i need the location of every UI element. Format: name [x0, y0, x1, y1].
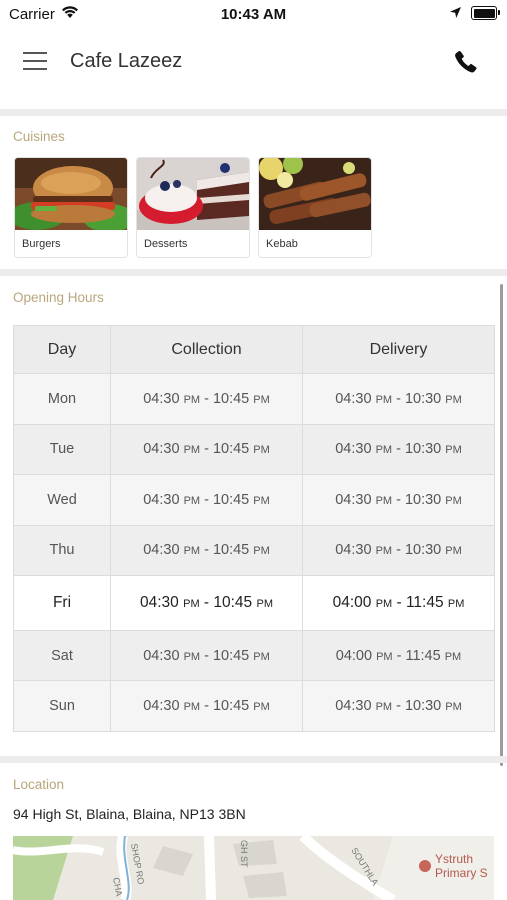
collection-hours-cell: 04:30 PM - 10:45 PM [110, 575, 303, 631]
delivery-hours-cell: 04:30 PM - 10:30 PM [302, 423, 495, 476]
location-map[interactable]: SHOP RO CHA GH ST SOUTHLA Ystruth Primar… [13, 836, 494, 900]
cuisines-heading: Cuisines [13, 129, 65, 144]
desserts-image [137, 158, 249, 230]
burger-image [15, 158, 127, 232]
battery-icon [471, 6, 500, 20]
section-divider [0, 269, 507, 276]
delivery-hours-cell: 04:00 PM - 11:45 PM [302, 575, 495, 631]
phone-icon[interactable] [454, 50, 478, 74]
status-bar: Carrier 10:43 AM [0, 0, 507, 28]
delivery-hours-cell: 04:30 PM - 10:30 PM [302, 373, 495, 425]
cuisine-name: Kebab [266, 238, 298, 250]
opening-hours-heading: Opening Hours [13, 290, 104, 305]
delivery-hours-cell: 04:00 PM - 11:45 PM [302, 629, 495, 682]
collection-hours-cell: 04:30 PM - 10:45 PM [110, 423, 303, 476]
table-row: Sat 04:30 PM - 10:45 PM 04:00 PM - 11:45… [13, 629, 495, 682]
day-cell: Sun [13, 680, 111, 732]
location-heading: Location [13, 777, 65, 792]
table-row: Tue 04:30 PM - 10:45 PM 04:30 PM - 10:30… [13, 423, 495, 476]
section-divider [0, 109, 507, 116]
page-title: Cafe Lazeez [70, 50, 183, 72]
day-cell: Tue [13, 423, 111, 476]
collection-hours-cell: 04:30 PM - 10:45 PM [110, 680, 303, 732]
opening-hours-table: Day Collection Delivery Mon 04:30 PM - 1… [13, 325, 495, 732]
collection-hours-cell: 04:30 PM - 10:45 PM [110, 474, 303, 526]
day-cell: Fri [13, 575, 111, 631]
day-cell: Wed [13, 474, 111, 526]
address-text: 94 High St, Blaina, Blaina, NP13 3BN [13, 806, 246, 822]
column-header-delivery: Delivery [302, 325, 495, 374]
scrollbar[interactable] [500, 284, 503, 766]
delivery-hours-cell: 04:30 PM - 10:30 PM [302, 474, 495, 526]
collection-hours-cell: 04:30 PM - 10:45 PM [110, 373, 303, 425]
day-cell: Sat [13, 629, 111, 682]
hamburger-menu-icon[interactable] [23, 52, 47, 70]
collection-hours-cell: 04:30 PM - 10:45 PM [110, 629, 303, 682]
section-divider [0, 756, 507, 763]
location-arrow-icon [450, 7, 461, 18]
kebab-image [259, 158, 371, 230]
day-cell: Mon [13, 373, 111, 425]
map-poi-label: Primary S [435, 866, 488, 880]
clock: 10:43 AM [220, 6, 287, 23]
table-row: Mon 04:30 PM - 10:45 PM 04:30 PM - 10:30… [13, 373, 495, 425]
cuisine-name: Burgers [22, 238, 61, 250]
cuisine-card-desserts[interactable]: Desserts [136, 157, 250, 258]
table-row: Thu 04:30 PM - 10:45 PM 04:30 PM - 10:30… [13, 524, 495, 577]
column-header-day: Day [13, 325, 111, 374]
cuisine-card-burgers[interactable]: Burgers [14, 157, 128, 258]
map-poi-label: Ystruth [435, 852, 473, 866]
cuisine-card-kebab[interactable]: Kebab [258, 157, 372, 258]
cuisine-name: Desserts [144, 238, 188, 250]
table-row: Sun 04:30 PM - 10:45 PM 04:30 PM - 10:30… [13, 680, 495, 732]
table-header-row: Day Collection Delivery [13, 325, 495, 374]
day-cell: Thu [13, 524, 111, 577]
column-header-collection: Collection [110, 325, 303, 374]
delivery-hours-cell: 04:30 PM - 10:30 PM [302, 524, 495, 577]
map-label: GH ST [239, 840, 249, 868]
delivery-hours-cell: 04:30 PM - 10:30 PM [302, 680, 495, 732]
table-row: Wed 04:30 PM - 10:45 PM 04:30 PM - 10:30… [13, 474, 495, 526]
app-header: Cafe Lazeez [0, 28, 507, 108]
collection-hours-cell: 04:30 PM - 10:45 PM [110, 524, 303, 577]
table-row-today: Fri 04:30 PM - 10:45 PM 04:00 PM - 11:45… [13, 575, 495, 631]
map-image: SHOP RO CHA GH ST SOUTHLA Ystruth Primar… [13, 836, 494, 900]
